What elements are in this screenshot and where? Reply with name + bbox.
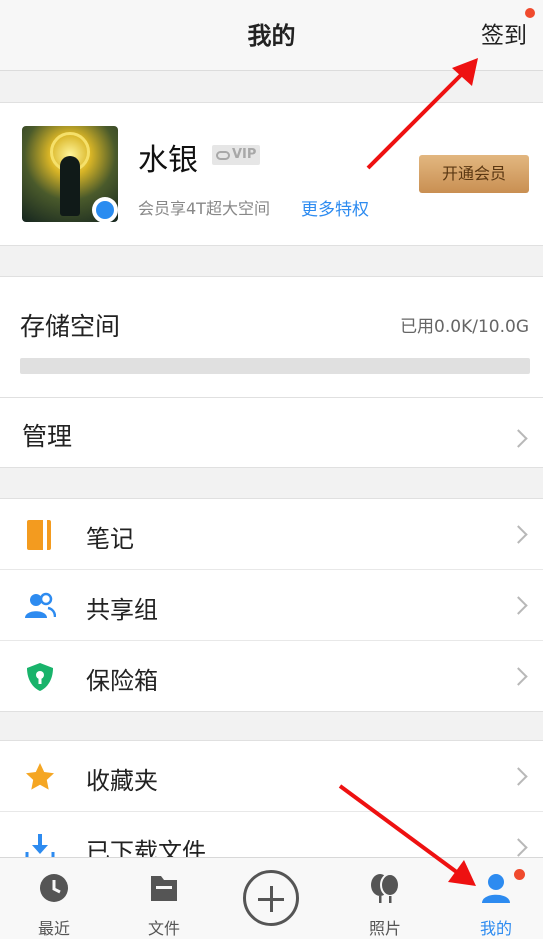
tab-recent[interactable]: 最近	[0, 858, 108, 939]
tab-label: 照片	[368, 919, 401, 938]
member-description: 会员享4T超大空间	[138, 199, 270, 218]
chevron-right-icon	[509, 596, 528, 615]
list-item-share-group[interactable]: 共享组	[0, 570, 543, 641]
storage-label: 存储空间	[20, 312, 121, 341]
vip-badge: VIP	[212, 145, 261, 165]
list-item-favorites[interactable]: 收藏夹	[0, 741, 543, 812]
notebook-icon	[24, 519, 56, 551]
user-icon	[482, 874, 510, 903]
tools-group: 笔记 共享组 保险箱	[0, 498, 543, 712]
list-item-notes[interactable]: 笔记	[0, 499, 543, 570]
chevron-right-icon	[509, 767, 528, 786]
tab-photos[interactable]: 照片	[331, 858, 439, 939]
open-vip-button[interactable]: 开通会员	[419, 155, 529, 193]
clock-icon	[40, 874, 68, 902]
chevron-right-icon	[509, 838, 528, 857]
manage-row[interactable]	[0, 398, 543, 467]
tab-label: 最近	[37, 919, 70, 938]
page-title: 我的	[247, 22, 296, 50]
vip-badge-label: VIP	[232, 147, 257, 162]
profile-card[interactable]: 水银 VIP 会员享4T超大空间 更多特权 开通会员	[0, 102, 543, 246]
tab-notification-dot	[514, 869, 525, 880]
more-privileges-link[interactable]: 更多特权	[301, 195, 369, 220]
list-item-label: 保险箱	[86, 667, 158, 695]
photos-icon	[371, 873, 400, 903]
cloud-icon	[216, 150, 230, 160]
star-icon	[26, 763, 54, 790]
tab-label: 我的	[479, 919, 512, 938]
chevron-right-icon	[509, 525, 528, 544]
tab-files[interactable]: 文件	[110, 858, 218, 939]
storage-usage: 已用0.0K/10.0G	[400, 317, 529, 337]
list-item-safe-box[interactable]: 保险箱	[0, 641, 543, 711]
list-item-label: 笔记	[86, 525, 134, 553]
shield-lock-icon	[27, 663, 53, 691]
list-item-label: 共享组	[86, 596, 158, 624]
top-bar: 我的 签到	[0, 0, 543, 71]
storage-progress-bar	[20, 358, 530, 374]
list-item-label: 收藏夹	[86, 767, 158, 795]
tab-mine[interactable]: 我的	[442, 858, 543, 939]
username: 水银	[138, 143, 198, 178]
folder-icon	[151, 876, 177, 901]
chevron-right-icon	[509, 667, 528, 686]
avatar-figure	[60, 156, 80, 216]
storage-section: 存储空间 已用0.0K/10.0G 管理	[0, 276, 543, 468]
add-button[interactable]	[243, 870, 299, 926]
tab-label: 文件	[147, 919, 180, 938]
qq-account-icon	[92, 197, 118, 223]
signin-notification-dot	[525, 8, 535, 18]
signin-button[interactable]: 签到	[481, 16, 527, 50]
group-users-icon	[25, 592, 56, 618]
